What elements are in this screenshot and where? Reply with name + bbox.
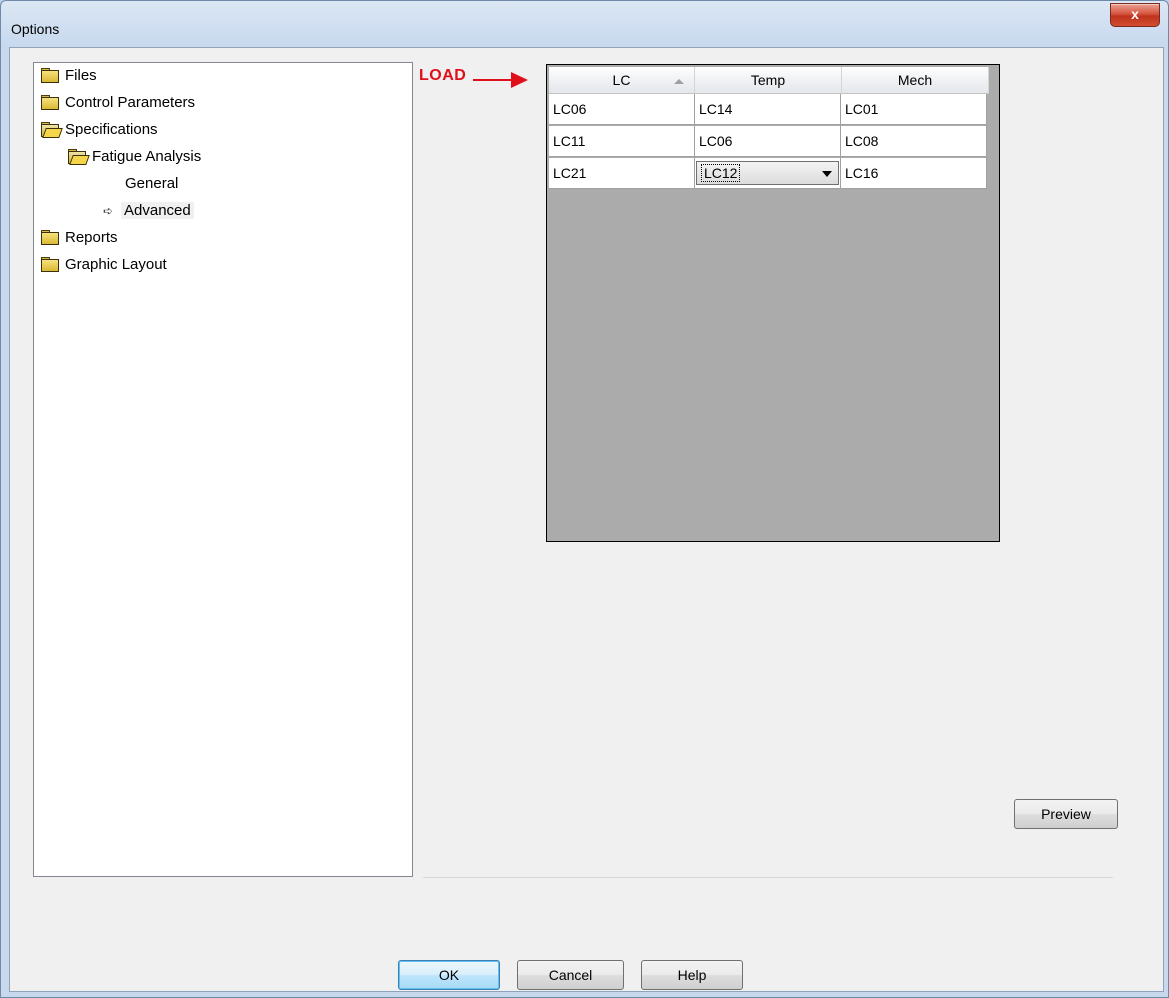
- tree-item-specifications[interactable]: Specifications: [40, 119, 158, 141]
- tree-item-label: General: [125, 175, 179, 192]
- folder-open-icon: [67, 149, 90, 165]
- tree-item-files[interactable]: Files: [40, 65, 97, 87]
- tree-item-label: Files: [65, 67, 97, 84]
- close-icon: x: [1131, 6, 1139, 22]
- tree-item-label: Control Parameters: [65, 94, 196, 111]
- grid-cell[interactable]: LC21: [549, 158, 695, 189]
- tree-item-advanced[interactable]: ➪ Advanced: [103, 200, 194, 222]
- tree-item-general[interactable]: General: [125, 173, 178, 195]
- help-button[interactable]: Help: [641, 960, 743, 990]
- table-row: LC06 LC14 LC01: [549, 94, 987, 126]
- table-row: LC11 LC06 LC08: [549, 126, 987, 158]
- close-button[interactable]: x: [1110, 3, 1160, 27]
- arrow-head-icon: [511, 72, 528, 88]
- grid-header: LC Temp Mech: [549, 67, 989, 94]
- dropdown-value: LC12: [701, 164, 741, 182]
- ok-button[interactable]: OK: [398, 960, 500, 990]
- folder-closed-icon: [40, 95, 59, 110]
- grid-cell[interactable]: LC06: [695, 126, 841, 157]
- tree-item-label: Specifications: [65, 121, 158, 138]
- tree-item-graphic-layout[interactable]: Graphic Layout: [40, 254, 167, 276]
- tree-item-label: Fatigue Analysis: [92, 148, 202, 165]
- tree-item-label: Reports: [65, 229, 118, 246]
- divider: [423, 877, 1113, 878]
- grid-cell-dropdown[interactable]: LC12: [695, 158, 841, 189]
- grid-cell[interactable]: LC01: [841, 94, 987, 125]
- sort-ascending-icon: [674, 79, 684, 84]
- column-header-lc[interactable]: LC: [549, 67, 695, 94]
- grid-cell[interactable]: LC14: [695, 94, 841, 125]
- column-header-mech[interactable]: Mech: [842, 67, 989, 94]
- arrow-right-icon: ➪: [103, 204, 114, 218]
- load-annotation-label: LOAD: [419, 67, 467, 84]
- preview-button[interactable]: Preview: [1014, 799, 1118, 829]
- table-row: LC21 LC12 LC16: [549, 158, 987, 190]
- folder-open-icon: [40, 122, 63, 138]
- folder-closed-icon: [40, 68, 59, 83]
- grid-cell[interactable]: LC11: [549, 126, 695, 157]
- cancel-button[interactable]: Cancel: [517, 960, 624, 990]
- options-window: Options x Files Control Parameters Speci…: [0, 0, 1169, 998]
- tree-item-reports[interactable]: Reports: [40, 227, 118, 249]
- title-bar[interactable]: Options x: [1, 1, 1168, 47]
- folder-closed-icon: [40, 230, 59, 245]
- load-case-grid: LC Temp Mech LC06 LC14 LC01 LC11 LC06 LC…: [546, 64, 1000, 542]
- tree-item-control-parameters[interactable]: Control Parameters: [40, 92, 195, 114]
- tree-item-fatigue-analysis[interactable]: Fatigue Analysis: [67, 146, 201, 168]
- dialog-client-area: Files Control Parameters Specifications …: [9, 47, 1164, 992]
- grid-cell[interactable]: LC06: [549, 94, 695, 125]
- window-title: Options: [11, 21, 60, 37]
- temp-dropdown[interactable]: LC12: [696, 161, 839, 185]
- options-tree[interactable]: Files Control Parameters Specifications …: [33, 62, 413, 877]
- column-header-temp[interactable]: Temp: [695, 67, 842, 94]
- tree-item-label: Advanced: [121, 202, 194, 219]
- folder-closed-icon: [40, 257, 59, 272]
- chevron-down-icon[interactable]: [822, 171, 832, 177]
- grid-cell[interactable]: LC16: [841, 158, 987, 189]
- tree-item-label: Graphic Layout: [65, 256, 167, 273]
- load-annotation-arrow-shaft: [473, 79, 513, 81]
- grid-cell[interactable]: LC08: [841, 126, 987, 157]
